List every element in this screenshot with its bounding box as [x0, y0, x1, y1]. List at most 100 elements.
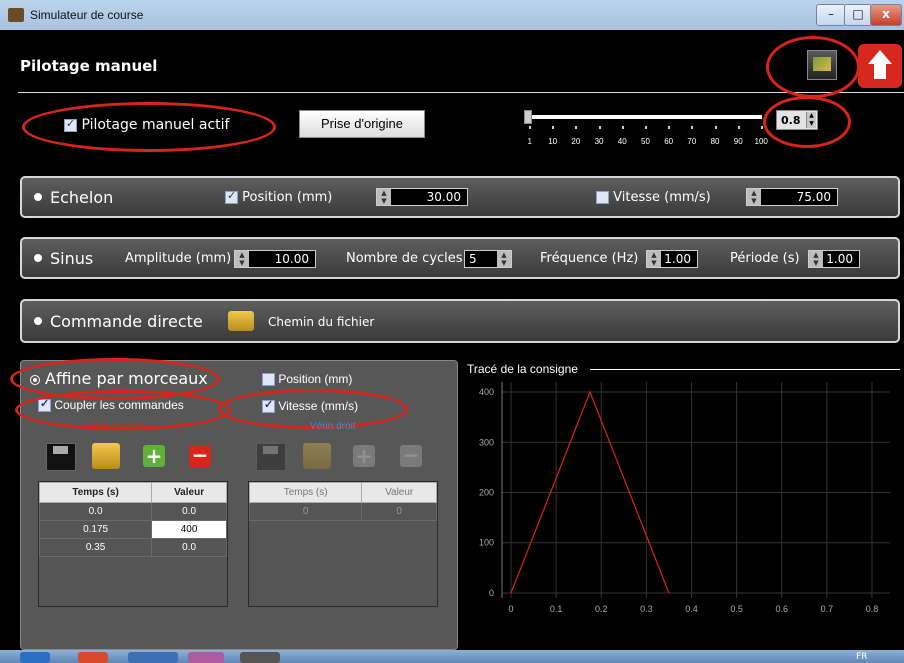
word-icon[interactable] [128, 652, 178, 663]
chart-title-divider [590, 369, 900, 370]
spin-arrows-icon[interactable]: ▲ ▼ [747, 189, 761, 205]
sinus-radio[interactable] [34, 254, 42, 262]
cycles-label: Nombre de cycles [346, 251, 463, 266]
slider-tick [621, 126, 624, 129]
spin-arrows-icon[interactable]: ▲ ▼ [809, 251, 823, 267]
table-row[interactable]: 0.35 0.0 [38, 538, 227, 557]
x-tick-label: 0.5 [730, 604, 743, 614]
x-tick-label: 0.7 [821, 604, 834, 614]
app-task-icon[interactable] [240, 652, 280, 663]
slider-tick-label: 60 [664, 137, 674, 146]
spin-arrows-icon[interactable]: ▲ ▼ [377, 189, 391, 205]
open-right-button[interactable] [303, 443, 331, 469]
slider-tick [645, 126, 647, 129]
open-file-icon[interactable] [228, 311, 254, 331]
piecewise-radio[interactable] [30, 375, 40, 385]
cell-time[interactable]: 0.35 [38, 538, 153, 557]
cell-value[interactable]: 0.0 [151, 538, 227, 557]
chart-title: Tracé de la consigne [467, 362, 578, 376]
frequency-input[interactable]: ▲ ▼ 1.00 [646, 250, 698, 268]
pw-speed-checkbox[interactable] [262, 398, 275, 414]
column-header-value[interactable]: Valeur [151, 482, 227, 503]
minimize-button[interactable]: – [816, 4, 846, 26]
remove-row-right-button[interactable]: − [400, 445, 422, 467]
cell-value[interactable]: 0 [361, 502, 437, 521]
sinus-panel[interactable]: Sinus Amplitude (mm) ▲ ▼ 10.00 Nombre de c… [20, 237, 900, 279]
spin-arrows-icon[interactable]: ▲ ▼ [235, 251, 249, 267]
chart-view-button[interactable] [807, 50, 837, 80]
remove-row-left-button[interactable]: − [189, 445, 211, 467]
echelon-speed-input[interactable]: ▲ ▼ 75.00 [746, 188, 838, 206]
table-row[interactable]: 0.175 400 [38, 520, 227, 539]
echelon-speed-checkbox[interactable] [596, 191, 609, 204]
open-left-button[interactable] [92, 443, 120, 469]
save-left-button[interactable] [46, 443, 76, 471]
zoom-slider-track[interactable] [526, 115, 762, 119]
right-data-table[interactable]: Temps (s) Valeur 00 [248, 481, 438, 607]
amplitude-label: Amplitude (mm) [125, 251, 232, 266]
table-row[interactable]: 00 [248, 502, 437, 521]
echelon-position-input[interactable]: ▲ ▼ 30.00 [376, 188, 468, 206]
slider-tick-label: 70 [687, 137, 697, 146]
spin-arrows-icon[interactable]: ▲ ▼ [647, 251, 661, 267]
add-row-left-button[interactable]: + [143, 445, 165, 467]
echelon-speed-value: 75.00 [796, 190, 831, 204]
page-title: Pilotage manuel [20, 57, 158, 75]
close-button[interactable]: x [870, 4, 902, 26]
echelon-position-option[interactable]: Position (mm) [225, 189, 332, 205]
slider-tick [761, 126, 763, 129]
cycles-value: 5 [469, 252, 477, 266]
zoom-spinbox[interactable]: 0.8 ▲ ▼ [776, 110, 818, 130]
period-label: Période (s) [730, 251, 800, 266]
couple-commands-label: Coupler les commandes [54, 398, 184, 412]
cell-time[interactable]: 0.175 [38, 520, 153, 539]
cell-time[interactable]: 0.0 [38, 502, 153, 521]
couple-commands-checkbox[interactable] [38, 397, 51, 413]
left-data-table[interactable]: Temps (s) Valeur 0.0 0.0 0.175 400 0.35 0.0 [38, 481, 228, 607]
pw-speed-option[interactable]: Vitesse (mm/s) [262, 398, 359, 414]
column-header-value[interactable]: Valeur [361, 482, 437, 503]
maximize-button[interactable]: □ [844, 4, 872, 26]
cycles-input[interactable]: 5 ▲ ▼ [464, 250, 512, 268]
spin-arrows-icon[interactable]: ▲ ▼ [497, 251, 511, 267]
cell-value[interactable]: 0.0 [151, 502, 227, 521]
slider-tick-label: 20 [571, 137, 581, 146]
echelon-panel[interactable]: Echelon Position (mm) ▲▼ 30.00 Vitesse (m… [20, 176, 900, 218]
slider-tick [552, 126, 555, 129]
pw-speed-label: Vitesse (mm/s) [278, 399, 359, 413]
echelon-position-checkbox[interactable] [225, 189, 238, 204]
start-icon[interactable] [20, 652, 50, 663]
frequency-value: 1.00 [664, 252, 691, 266]
direct-command-radio[interactable] [34, 317, 42, 325]
amplitude-input[interactable]: ▲ ▼ 10.00 [234, 250, 316, 268]
echelon-speed-label: Vitesse (mm/s) [613, 190, 711, 205]
manual-active-checkbox[interactable] [64, 117, 77, 132]
echelon-speed-option[interactable]: Vitesse (mm/s) [596, 190, 711, 205]
column-header-time[interactable]: Temps (s) [38, 482, 153, 503]
spin-arrows-icon[interactable]: ▲ ▼ [806, 112, 816, 128]
column-header-time[interactable]: Temps (s) [248, 482, 363, 503]
pw-position-option[interactable]: Position (mm) [262, 372, 352, 387]
origin-button[interactable]: Prise d'origine [299, 110, 425, 138]
cell-time[interactable]: 0 [248, 502, 363, 521]
add-row-right-button[interactable]: + [353, 445, 375, 467]
x-tick-label: 0.4 [685, 604, 698, 614]
echelon-radio[interactable] [34, 193, 42, 201]
manual-active-toggle[interactable]: Pilotage manuel actif [64, 117, 229, 133]
zoom-slider-handle[interactable] [524, 110, 532, 124]
save-right-button[interactable] [256, 443, 286, 471]
upload-button[interactable] [858, 44, 902, 88]
slider-tick-label: 30 [594, 137, 604, 146]
cell-value[interactable]: 400 [151, 520, 227, 539]
y-tick-label: 300 [479, 437, 494, 447]
period-input[interactable]: ▲ ▼ 1.00 [808, 250, 860, 268]
table-row[interactable]: 0.0 0.0 [38, 502, 227, 521]
direct-command-panel[interactable]: Commande directe Chemin du fichier [20, 299, 900, 343]
browser-icon[interactable] [78, 652, 108, 663]
x-tick-label: 0.6 [775, 604, 788, 614]
pw-position-checkbox[interactable] [262, 373, 275, 387]
couple-commands-option[interactable]: Coupler les commandes [38, 397, 184, 413]
zoom-value: 0.8 [781, 114, 801, 127]
arrow-up-icon [868, 50, 892, 64]
paint-icon[interactable] [188, 652, 224, 663]
